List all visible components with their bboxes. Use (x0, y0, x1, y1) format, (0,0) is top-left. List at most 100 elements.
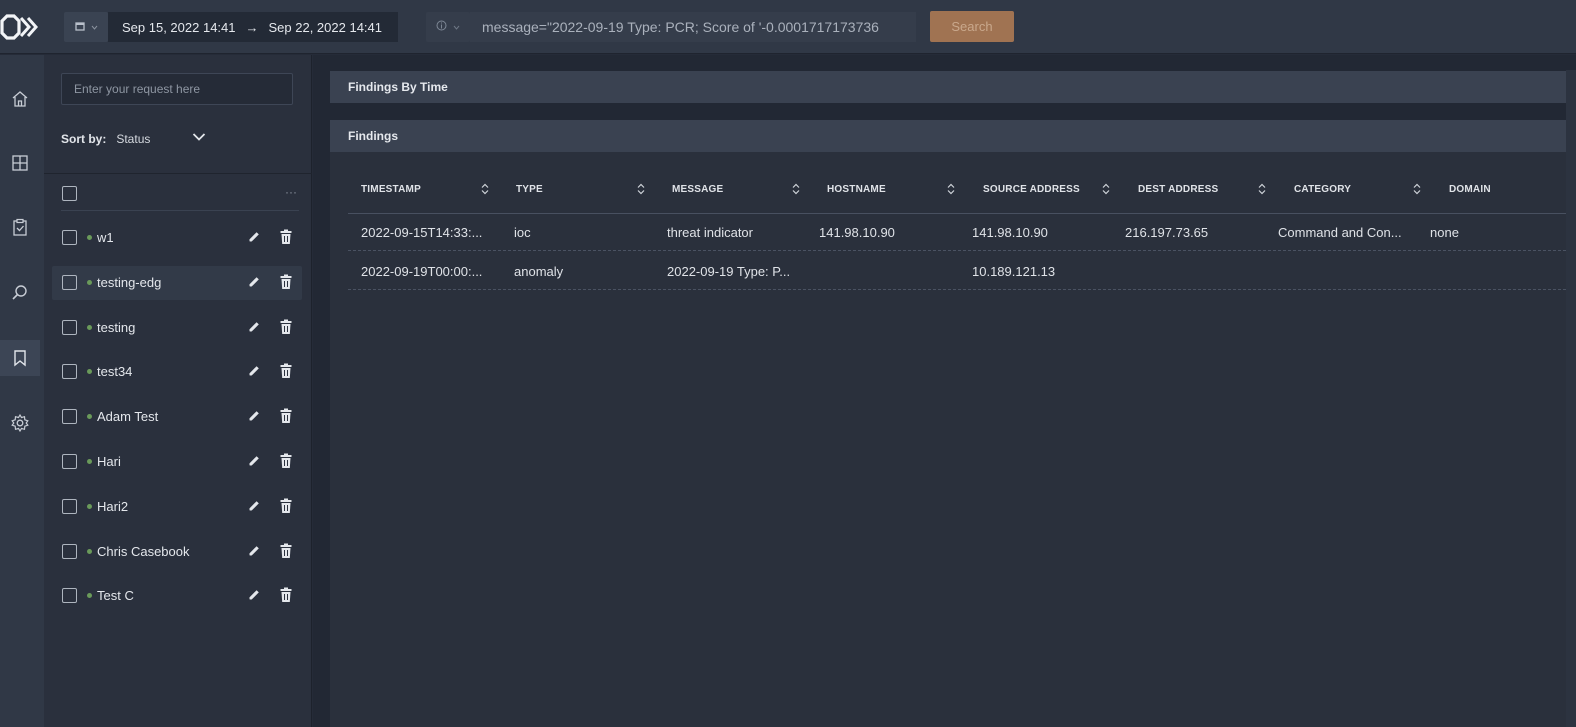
pencil-edit-icon[interactable] (247, 320, 261, 339)
select-all-checkbox[interactable] (62, 186, 77, 201)
trash-delete-icon[interactable] (279, 587, 293, 608)
trash-delete-icon[interactable] (279, 453, 293, 474)
sort-value[interactable]: Status (116, 132, 150, 146)
trash-delete-icon[interactable] (279, 229, 293, 250)
table-cell-source-address: 10.189.121.13 (972, 263, 1056, 279)
pencil-edit-icon[interactable] (247, 454, 261, 473)
casebook-checkbox[interactable] (62, 498, 77, 514)
casebook-name[interactable]: Adam Test (97, 409, 158, 424)
casebook-item[interactable]: Test C (52, 579, 302, 613)
casebook-checkbox[interactable] (62, 230, 77, 245)
divider (44, 173, 312, 174)
sort-toggle-icon[interactable] (1413, 182, 1421, 200)
casebook-checkbox[interactable] (62, 274, 77, 290)
casebook-checkbox[interactable] (62, 319, 77, 335)
casebook-name[interactable]: Test C (97, 588, 134, 603)
sort-toggle-icon[interactable] (1258, 182, 1266, 200)
casebook-name[interactable]: w1 (97, 230, 114, 245)
chevron-down-icon[interactable] (192, 131, 206, 145)
findings-header[interactable]: Findings (330, 120, 1576, 152)
sort-toggle-icon[interactable] (481, 182, 489, 200)
casebook-name[interactable]: testing (97, 320, 135, 335)
status-dot (87, 369, 92, 375)
casebook-item[interactable]: Adam Test (52, 400, 302, 434)
search-button[interactable]: Search (930, 11, 1014, 42)
app-logo-icon[interactable] (0, 12, 40, 42)
sort-toggle-icon[interactable] (792, 182, 800, 200)
date-picker-button[interactable] (64, 12, 108, 42)
column-header[interactable]: TYPE (516, 184, 543, 195)
trash-delete-icon[interactable] (279, 319, 293, 340)
status-dot (87, 324, 92, 330)
nav-rail (0, 55, 44, 727)
casebook-item[interactable]: Hari2 (52, 490, 302, 524)
clipboard-check-icon[interactable] (0, 209, 40, 245)
pencil-edit-icon[interactable] (247, 275, 261, 294)
bookmark-icon[interactable] (0, 340, 40, 376)
query-input[interactable] (470, 12, 916, 42)
trash-delete-icon[interactable] (279, 543, 293, 564)
pencil-edit-icon[interactable] (247, 230, 261, 249)
search-icon[interactable] (0, 275, 40, 311)
casebook-checkbox[interactable] (62, 543, 77, 559)
trash-delete-icon[interactable] (279, 363, 293, 384)
sort-toggle-icon[interactable] (637, 182, 645, 200)
pencil-edit-icon[interactable] (247, 588, 261, 607)
main-content: Findings By Time Findings (313, 55, 1576, 727)
chevron-down-icon (91, 22, 98, 33)
trash-delete-icon[interactable] (279, 498, 293, 519)
casebook-item[interactable]: test34 (52, 355, 302, 389)
findings-by-time-header[interactable]: Findings By Time (330, 71, 1576, 103)
date-range-field[interactable]: Sep 15, 2022 14:41 → Sep 22, 2022 14:41 (108, 12, 398, 42)
trash-delete-icon[interactable] (279, 408, 293, 429)
table-cell-domain: none (1430, 225, 1459, 240)
column-header[interactable]: DOMAIN (1449, 184, 1491, 195)
row-divider (348, 288, 1576, 290)
casebook-checkbox[interactable] (62, 454, 77, 469)
sort-control[interactable]: Sort by: Status (61, 129, 221, 149)
column-header[interactable]: CATEGORY (1294, 184, 1351, 195)
row-divider (348, 250, 1576, 251)
casebook-item[interactable]: testing-edg (52, 265, 302, 300)
column-header[interactable]: DEST ADDRESS (1138, 184, 1218, 195)
casebook-checkbox[interactable] (62, 364, 77, 380)
casebook-search-input[interactable] (61, 73, 293, 105)
dashboard-grid-icon[interactable] (0, 145, 40, 181)
casebook-name[interactable]: Chris Casebook (97, 544, 190, 559)
casebook-name[interactable]: testing-edg (97, 275, 161, 290)
scrollbar[interactable] (1566, 70, 1576, 727)
casebook-name[interactable]: Hari (97, 454, 121, 469)
more-options-icon[interactable]: ··· (285, 185, 297, 199)
pencil-edit-icon[interactable] (247, 364, 261, 383)
casebook-checkbox[interactable] (62, 588, 77, 604)
casebook-item[interactable]: Chris Casebook (52, 535, 302, 569)
casebook-item[interactable]: testing (52, 311, 302, 345)
column-header[interactable]: MESSAGE (672, 184, 723, 195)
casebook-name[interactable]: Hari2 (97, 499, 128, 514)
date-start: Sep 15, 2022 14:41 (122, 19, 236, 35)
arrow-right-icon: → (245, 19, 259, 35)
sort-toggle-icon[interactable] (1102, 182, 1110, 200)
table-cell-hostname: 141.98.10.90 (819, 225, 895, 240)
casebook-item[interactable]: w1 (52, 221, 302, 255)
column-header[interactable]: HOSTNAME (827, 184, 886, 195)
top-bar: Sep 15, 2022 14:41 → Sep 22, 2022 14:41 … (0, 0, 1576, 54)
casebook-sidebar: Sort by: Status ··· w1 testing-edg testing… (44, 55, 312, 727)
table-cell-timestamp: 2022-09-19T00:00:... (361, 263, 483, 279)
pencil-edit-icon[interactable] (247, 544, 261, 563)
home-icon[interactable] (0, 81, 40, 117)
casebook-checkbox[interactable] (62, 409, 77, 425)
pencil-edit-icon[interactable] (247, 409, 261, 428)
pencil-edit-icon[interactable] (247, 499, 261, 518)
table-cell-dest-address: 216.197.73.65 (1125, 225, 1209, 240)
casebook-item[interactable]: Hari (52, 445, 302, 479)
column-header[interactable]: TIMESTAMP (361, 184, 421, 195)
sort-toggle-icon[interactable] (947, 182, 955, 200)
gear-icon[interactable] (0, 405, 40, 441)
casebook-name[interactable]: test34 (97, 364, 132, 379)
status-dot (87, 548, 92, 554)
chevron-down-icon (453, 22, 460, 33)
column-header[interactable]: SOURCE ADDRESS (983, 184, 1080, 195)
trash-delete-icon[interactable] (279, 274, 293, 295)
query-type-button[interactable] (426, 12, 470, 42)
